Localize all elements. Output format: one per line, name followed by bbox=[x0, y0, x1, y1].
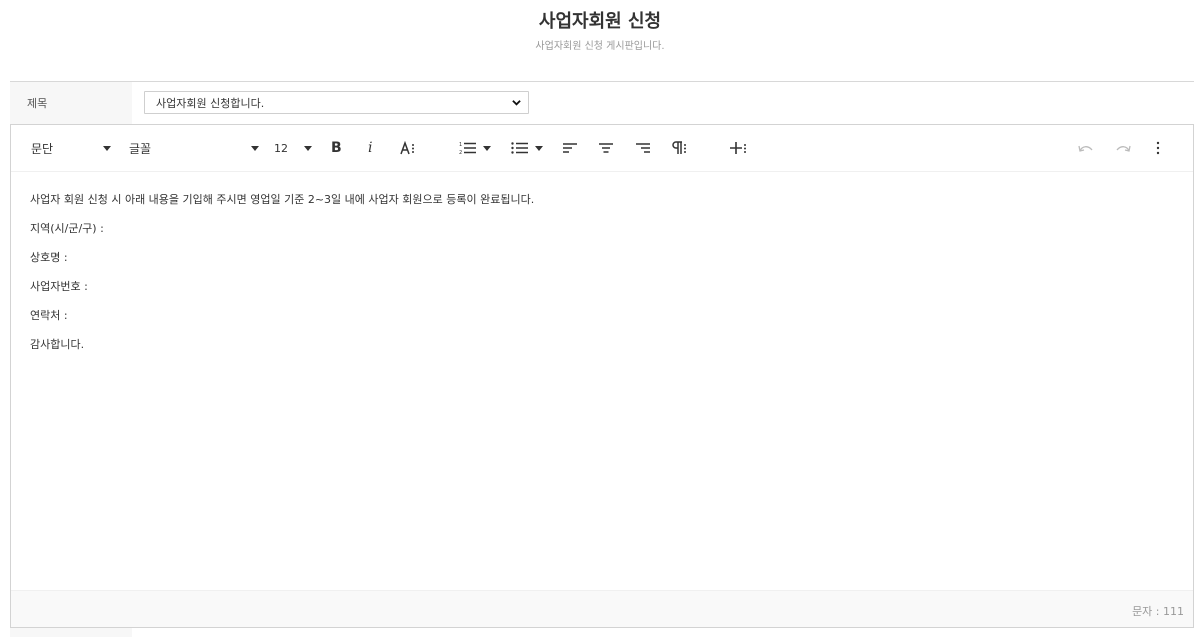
subject-label: 제목 bbox=[10, 82, 132, 124]
subject-select[interactable]: 사업자회원 신청합니다. bbox=[144, 91, 529, 114]
paragraph-dropdown-label: 문단 bbox=[31, 141, 54, 156]
subject-select-value: 사업자회원 신청합니다. bbox=[156, 96, 265, 110]
content-line: 지역(시/군/구) : bbox=[30, 222, 104, 235]
content-line: 감사합니다. bbox=[30, 338, 85, 351]
page-title: 사업자회원 신청 bbox=[538, 11, 662, 32]
next-row-label-cell bbox=[10, 628, 132, 637]
content-line: 사업자 회원 신청 시 아래 내용을 기입해 주시면 영업일 기준 2~3일 내… bbox=[30, 193, 535, 206]
redo-icon bbox=[1116, 145, 1131, 152]
more-options-button[interactable] bbox=[1155, 140, 1161, 156]
text-style-icon bbox=[400, 141, 414, 155]
undo-icon bbox=[1078, 145, 1093, 152]
align-center-button[interactable] bbox=[598, 140, 614, 156]
caret-down-icon bbox=[251, 145, 260, 151]
undo-button[interactable] bbox=[1078, 140, 1094, 156]
ordered-list-button[interactable]: 1 2 bbox=[459, 140, 491, 156]
chevron-down-icon bbox=[512, 100, 521, 106]
unordered-list-icon bbox=[511, 142, 528, 154]
italic-button[interactable]: i bbox=[368, 140, 372, 156]
editor-toolbar: 문단 글꼴 12 B i 1 2 bbox=[11, 125, 1193, 172]
svg-text:1: 1 bbox=[459, 142, 462, 148]
text-style-button[interactable] bbox=[400, 140, 418, 156]
align-center-icon bbox=[599, 143, 613, 153]
bold-button[interactable]: B bbox=[331, 140, 342, 156]
char-count: 문자 : 111 bbox=[1132, 605, 1184, 618]
align-right-button[interactable] bbox=[635, 140, 651, 156]
caret-down-icon bbox=[103, 145, 112, 151]
paragraph-format-button[interactable] bbox=[671, 140, 689, 156]
caret-down-icon bbox=[535, 145, 543, 151]
paragraph-dropdown[interactable]: 문단 bbox=[31, 140, 112, 156]
subject-form: 제목 사업자회원 신청합니다. bbox=[10, 81, 1194, 125]
editor-footer: 문자 : 111 bbox=[11, 590, 1193, 627]
ordered-list-icon: 1 2 bbox=[459, 142, 476, 155]
more-vertical-icon bbox=[1156, 141, 1160, 155]
page-subtitle: 사업자회원 신청 게시판입니다. bbox=[535, 41, 665, 52]
font-dropdown[interactable]: 글꼴 bbox=[129, 140, 260, 156]
content-line: 연락처 : bbox=[30, 309, 68, 322]
font-dropdown-label: 글꼴 bbox=[129, 141, 152, 156]
unordered-list-button[interactable] bbox=[511, 140, 543, 156]
page-header: 사업자회원 신청 사업자회원 신청 게시판입니다. bbox=[0, 0, 1200, 70]
align-right-icon bbox=[636, 143, 650, 153]
content-line: 사업자번호 : bbox=[30, 280, 88, 293]
font-size-label: 12 bbox=[274, 141, 288, 155]
editor-content[interactable]: 사업자 회원 신청 시 아래 내용을 기입해 주시면 영업일 기준 2~3일 내… bbox=[11, 172, 1193, 386]
caret-down-icon bbox=[483, 145, 491, 151]
insert-more-button[interactable] bbox=[730, 140, 748, 156]
subject-row: 제목 사업자회원 신청합니다. bbox=[10, 82, 1194, 125]
font-size-dropdown[interactable]: 12 bbox=[274, 140, 312, 156]
svg-text:2: 2 bbox=[459, 150, 462, 155]
redo-button[interactable] bbox=[1115, 140, 1131, 156]
content-line: 상호명 : bbox=[30, 251, 68, 264]
align-left-button[interactable] bbox=[562, 140, 578, 156]
align-left-icon bbox=[563, 143, 577, 153]
plus-icon bbox=[730, 142, 746, 154]
pilcrow-icon bbox=[672, 141, 686, 154]
caret-down-icon bbox=[304, 145, 312, 151]
rich-text-editor: 문단 글꼴 12 B i 1 2 사업자 회원 신청 시 아래 내용을 기입해 … bbox=[10, 124, 1194, 628]
